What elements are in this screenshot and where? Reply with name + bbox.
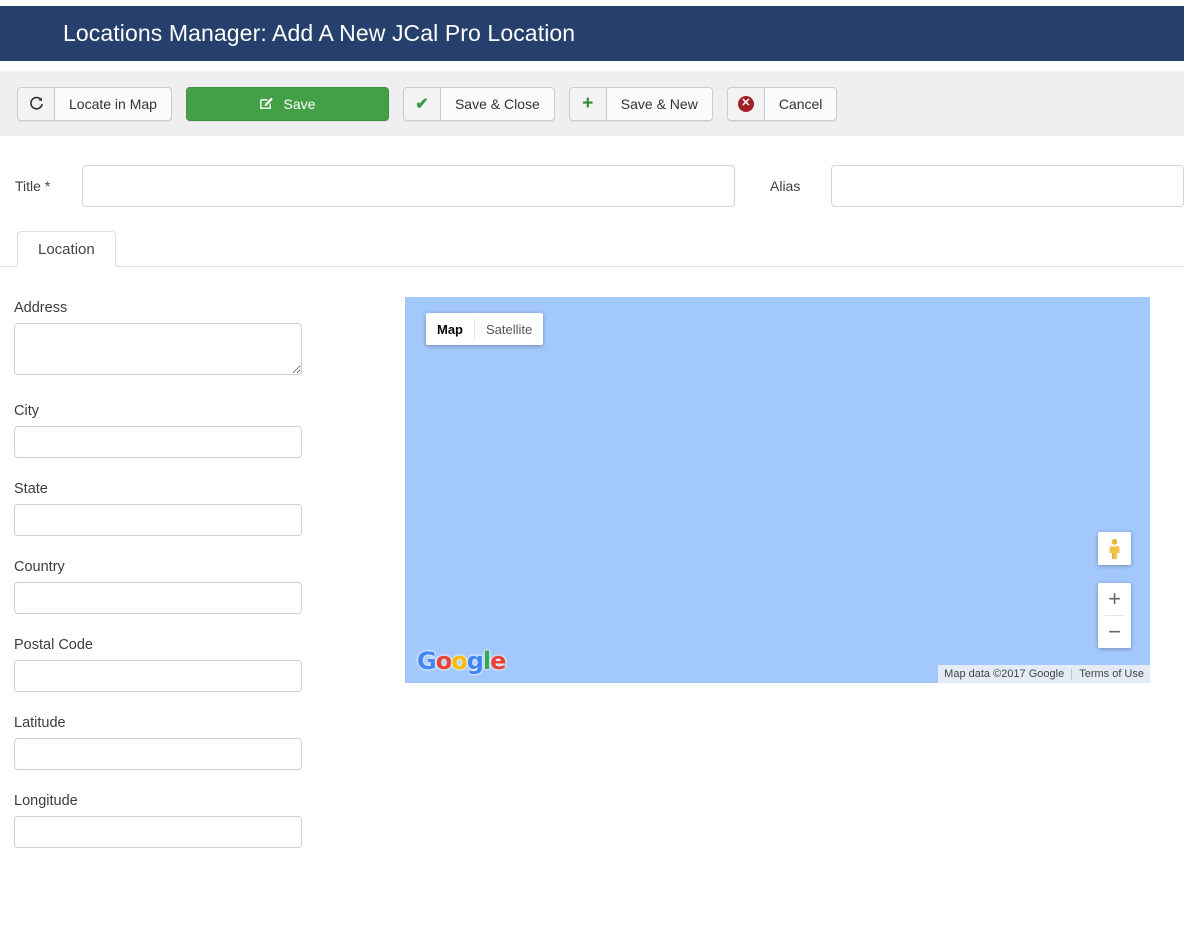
alias-label: Alias xyxy=(770,178,801,194)
latitude-label: Latitude xyxy=(14,715,66,731)
save-and-close-label: Save & Close xyxy=(439,86,555,121)
map-type-map-button[interactable]: Map xyxy=(426,313,474,345)
map-type-control: Map Satellite xyxy=(426,313,544,345)
city-label: City xyxy=(14,403,39,419)
map-attribution: Map data ©2017 Google Terms of Use xyxy=(938,665,1150,683)
country-input[interactable] xyxy=(14,582,302,614)
redo-arrow-icon xyxy=(17,86,54,121)
tab-location[interactable]: Location xyxy=(17,231,116,267)
attribution-divider xyxy=(1071,668,1073,680)
save-button[interactable]: Save xyxy=(185,86,389,121)
map-zoom-control: + − xyxy=(1098,583,1131,648)
latitude-input[interactable] xyxy=(14,738,302,770)
address-label: Address xyxy=(14,300,68,316)
cancel-label: Cancel xyxy=(763,86,838,121)
google-logo-letter: G xyxy=(417,647,437,675)
check-icon: ✔ xyxy=(402,86,440,121)
cancel-button[interactable]: ✕ Cancel xyxy=(726,86,838,121)
longitude-input[interactable] xyxy=(14,816,302,848)
page-header: Locations Manager: Add A New JCal Pro Lo… xyxy=(0,6,1184,61)
save-and-new-label: Save & New xyxy=(605,86,713,121)
save-label: Save xyxy=(283,95,316,112)
save-and-close-button[interactable]: ✔ Save & Close xyxy=(402,86,555,121)
alias-input[interactable] xyxy=(831,165,1184,207)
longitude-label: Longitude xyxy=(14,793,78,809)
map-data-text: Map data ©2017 Google xyxy=(944,668,1065,680)
street-view-pegman-icon[interactable] xyxy=(1098,532,1131,565)
city-input[interactable] xyxy=(14,426,302,458)
state-input[interactable] xyxy=(14,504,302,536)
map-type-satellite-button[interactable]: Satellite xyxy=(475,313,543,345)
locate-in-map-label: Locate in Map xyxy=(54,86,172,121)
location-form: Address City State Country Postal Code L… xyxy=(14,290,314,848)
google-logo: Google xyxy=(417,647,506,675)
title-input[interactable] xyxy=(81,165,735,207)
google-logo-letter: g xyxy=(466,647,484,675)
address-input[interactable] xyxy=(14,323,302,375)
toolbar: Locate in Map Save ✔ Save & Close + Save… xyxy=(0,71,1184,136)
terms-of-use-link[interactable]: Terms of Use xyxy=(1079,668,1144,680)
state-label: State xyxy=(14,481,48,497)
plus-icon: + xyxy=(568,86,606,121)
zoom-in-button[interactable]: + xyxy=(1098,583,1131,615)
google-logo-letter: e xyxy=(490,647,506,675)
postal-code-label: Postal Code xyxy=(14,637,93,653)
save-and-new-button[interactable]: + Save & New xyxy=(568,86,713,121)
google-logo-letter: o xyxy=(435,647,452,675)
locate-in-map-button[interactable]: Locate in Map xyxy=(17,86,172,121)
google-logo-letter: o xyxy=(451,647,467,675)
edit-pencil-icon xyxy=(259,96,274,111)
title-label: Title * xyxy=(15,178,51,194)
tab-strip: Location xyxy=(0,231,1184,267)
page-title: Locations Manager: Add A New JCal Pro Lo… xyxy=(63,20,576,46)
postal-code-input[interactable] xyxy=(14,660,302,692)
zoom-out-button[interactable]: − xyxy=(1098,616,1131,648)
title-alias-row: Title * Alias xyxy=(0,160,1184,212)
country-label: Country xyxy=(14,559,65,575)
tab-location-label: Location xyxy=(38,240,95,258)
google-map[interactable]: Map Satellite + − Google Map data ©2017 … xyxy=(405,297,1150,683)
cancel-circle-icon: ✕ xyxy=(726,86,764,121)
